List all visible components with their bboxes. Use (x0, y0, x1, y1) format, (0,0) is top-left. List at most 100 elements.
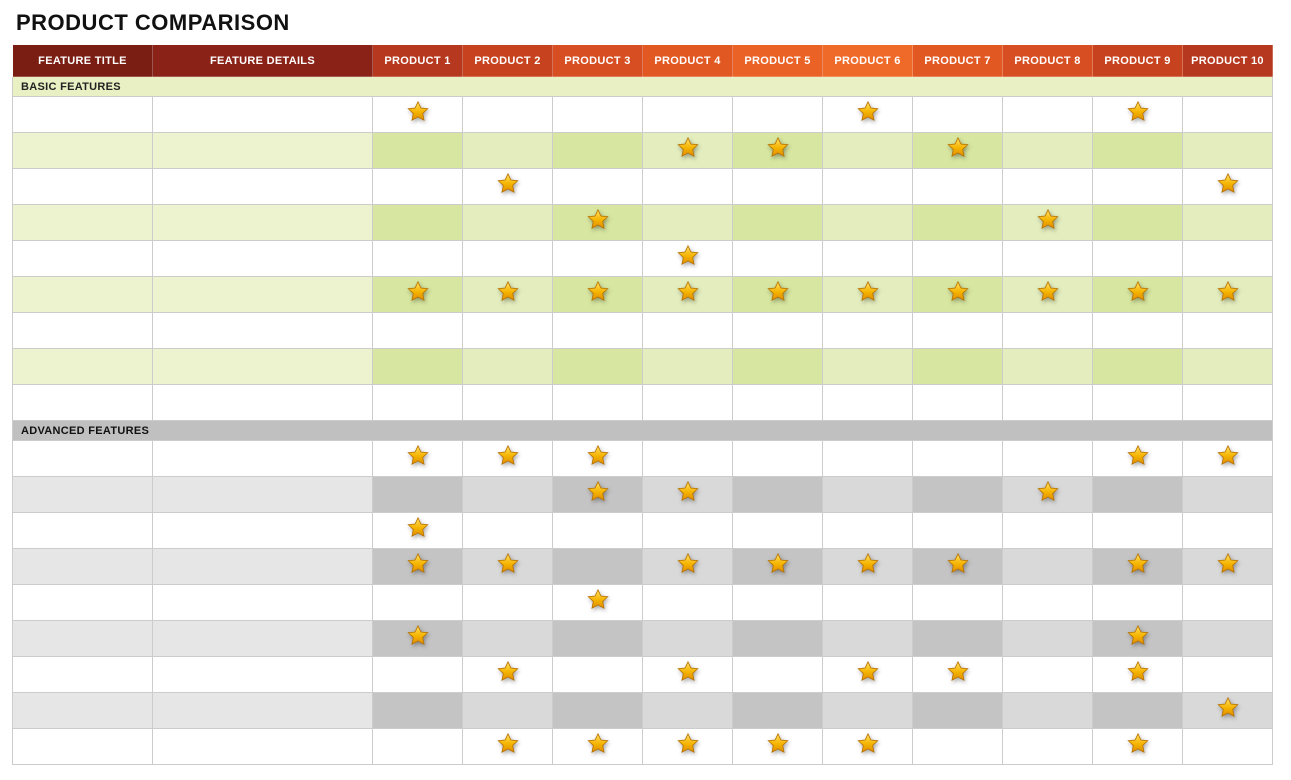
table-row (13, 513, 1273, 549)
feature-title-cell (13, 477, 153, 513)
product-cell (1183, 169, 1273, 205)
table-row (13, 385, 1273, 421)
table-body: BASIC FEATURESADVANCED FEATURES (13, 77, 1273, 765)
product-cell (463, 133, 553, 169)
product-cell (733, 441, 823, 477)
feature-details-cell (153, 621, 373, 657)
product-cell (733, 277, 823, 313)
product-cell (463, 693, 553, 729)
star-icon (676, 552, 700, 576)
star-icon (406, 552, 430, 576)
product-cell (733, 729, 823, 765)
star-icon (406, 624, 430, 648)
feature-title-cell (13, 693, 153, 729)
feature-details-cell (153, 277, 373, 313)
product-cell (553, 277, 643, 313)
product-cell (463, 313, 553, 349)
product-cell (1093, 205, 1183, 241)
table-row (13, 549, 1273, 585)
star-icon (676, 660, 700, 684)
star-icon (766, 280, 790, 304)
product-cell (643, 513, 733, 549)
star-icon (856, 280, 880, 304)
product-cell (1003, 657, 1093, 693)
product-cell (913, 477, 1003, 513)
product-cell (643, 549, 733, 585)
star-icon (676, 732, 700, 756)
product-cell (643, 241, 733, 277)
table-row (13, 441, 1273, 477)
feature-details-cell (153, 133, 373, 169)
star-icon (496, 172, 520, 196)
product-cell (1183, 349, 1273, 385)
star-icon (1126, 732, 1150, 756)
star-icon (1126, 100, 1150, 124)
product-cell (1003, 277, 1093, 313)
star-icon (586, 732, 610, 756)
feature-title-cell (13, 513, 153, 549)
product-cell (373, 585, 463, 621)
feature-details-cell (153, 313, 373, 349)
product-cell (733, 97, 823, 133)
star-icon (586, 208, 610, 232)
table-row (13, 97, 1273, 133)
product-cell (1003, 241, 1093, 277)
product-cell (733, 385, 823, 421)
feature-details-cell (153, 205, 373, 241)
product-cell (1093, 133, 1183, 169)
product-cell (913, 729, 1003, 765)
product-cell (463, 205, 553, 241)
product-cell (1093, 477, 1183, 513)
product-cell (1183, 621, 1273, 657)
col-feature-details: FEATURE DETAILS (153, 45, 373, 77)
product-cell (463, 729, 553, 765)
table-row (13, 729, 1273, 765)
product-cell (1003, 169, 1093, 205)
product-cell (913, 349, 1003, 385)
product-cell (373, 349, 463, 385)
star-icon (856, 552, 880, 576)
product-cell (463, 97, 553, 133)
product-cell (823, 313, 913, 349)
col-feature-title: FEATURE TITLE (13, 45, 153, 77)
star-icon (1216, 696, 1240, 720)
product-cell (1183, 441, 1273, 477)
star-icon (1126, 624, 1150, 648)
star-icon (406, 100, 430, 124)
product-cell (643, 277, 733, 313)
star-icon (1036, 480, 1060, 504)
feature-title-cell (13, 205, 153, 241)
product-cell (463, 441, 553, 477)
product-cell (643, 477, 733, 513)
product-cell (1003, 385, 1093, 421)
table-row (13, 313, 1273, 349)
product-cell (1003, 693, 1093, 729)
product-cell (373, 97, 463, 133)
section-header: ADVANCED FEATURES (13, 421, 1273, 441)
product-cell (373, 657, 463, 693)
product-cell (1003, 349, 1093, 385)
product-cell (823, 169, 913, 205)
product-cell (463, 657, 553, 693)
table-row (13, 205, 1273, 241)
star-icon (1126, 444, 1150, 468)
product-cell (463, 549, 553, 585)
star-icon (1036, 280, 1060, 304)
product-cell (553, 441, 643, 477)
product-cell (1003, 513, 1093, 549)
star-icon (406, 516, 430, 540)
product-cell (553, 693, 643, 729)
product-cell (913, 205, 1003, 241)
product-cell (463, 349, 553, 385)
product-cell (1183, 513, 1273, 549)
star-icon (856, 100, 880, 124)
product-cell (1093, 585, 1183, 621)
product-cell (1183, 97, 1273, 133)
product-cell (463, 585, 553, 621)
product-cell (1003, 133, 1093, 169)
product-cell (553, 549, 643, 585)
feature-details-cell (153, 441, 373, 477)
feature-title-cell (13, 385, 153, 421)
product-cell (913, 585, 1003, 621)
product-cell (1183, 385, 1273, 421)
